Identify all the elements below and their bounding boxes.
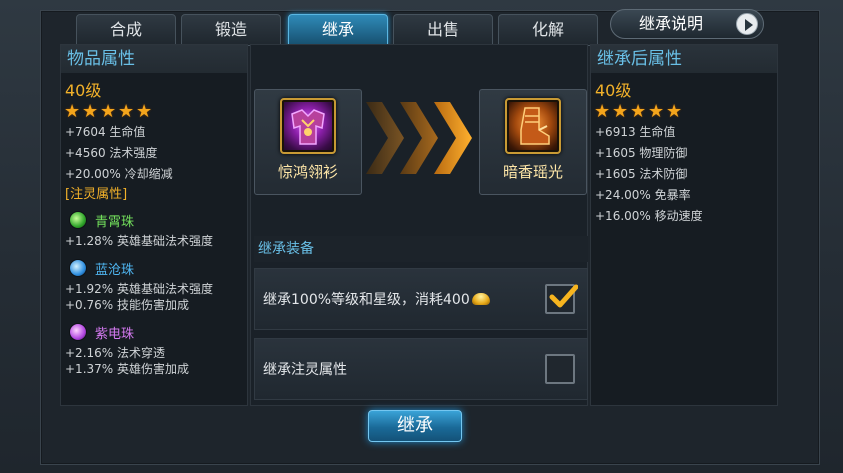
inherit-spirit-option[interactable]: 继承注灵属性 <box>254 338 588 400</box>
source-item-name: 惊鸿翎衫 <box>277 163 338 181</box>
option-label: 继承100%等级和星级，消耗400 <box>263 292 470 308</box>
tab-forge[interactable]: 锻造 <box>181 14 281 46</box>
stat-line: +6913 生命值 <box>595 125 676 139</box>
stat-line: +16.00% 移动速度 <box>595 209 703 223</box>
star-icon <box>630 101 646 122</box>
play-arrow-icon <box>736 13 758 35</box>
item-attributes-panel: 物品属性 40级 +7604 生命值 +4560 法术强度 +20.00% 冷却… <box>60 44 248 406</box>
tab-combine[interactable]: 合成 <box>76 14 176 46</box>
star-icon <box>666 101 682 122</box>
star-icon <box>64 101 80 122</box>
star-icon <box>100 101 116 122</box>
gem-stat: +2.16% 法术穿透 <box>65 346 165 360</box>
gem-name: 青霄珠 <box>95 214 135 230</box>
gold-ingot-icon <box>471 293 490 305</box>
gem-stat: +1.92% 英雄基础法术强度 <box>65 282 213 296</box>
inherit-help-button[interactable]: 继承说明 <box>610 9 764 39</box>
option-text-wrap: 继承100%等级和星级，消耗400 <box>263 289 490 309</box>
panel-title: 继承后属性 <box>591 45 777 73</box>
stat-line: +24.00% 免暴率 <box>595 188 691 202</box>
item-level: 40级 <box>595 81 632 100</box>
inherit-spirit-checkbox[interactable] <box>545 354 575 384</box>
star-icon <box>648 101 664 122</box>
star-icon <box>118 101 134 122</box>
stat-line: +4560 法术强度 <box>65 146 158 160</box>
gem-stat: +0.76% 技能伤害加成 <box>65 298 189 312</box>
tab-sell[interactable]: 出售 <box>393 14 493 46</box>
gem-stat: +1.37% 英雄伤害加成 <box>65 362 189 376</box>
source-item-slot[interactable]: 惊鸿翎衫 <box>254 89 362 195</box>
checkmark-icon <box>549 284 578 308</box>
star-rating <box>591 101 777 122</box>
gem-row: 青霄珠 <box>61 207 247 233</box>
armor-icon <box>280 98 336 154</box>
target-item-slot[interactable]: 暗香瑶光 <box>479 89 587 195</box>
star-icon <box>136 101 152 122</box>
gem-row: 蓝沧珠 <box>61 255 247 281</box>
star-icon <box>612 101 628 122</box>
inherit-equipment-label: 继承装备 <box>254 236 588 262</box>
blue-gem-icon <box>69 259 87 277</box>
gem-stat: +1.28% 英雄基础法术强度 <box>65 234 213 248</box>
tab-dissolve[interactable]: 化解 <box>498 14 598 46</box>
star-icon <box>594 101 610 122</box>
stat-line: +7604 生命值 <box>65 125 146 139</box>
stat-line: +1605 物理防御 <box>595 146 688 160</box>
star-icon <box>82 101 98 122</box>
star-rating <box>61 101 247 122</box>
transfer-arrows-icon <box>366 102 472 174</box>
spirit-attributes-title: [注灵属性] <box>65 187 128 202</box>
green-gem-icon <box>69 211 87 229</box>
tab-inherit[interactable]: 继承 <box>288 14 388 46</box>
stat-line: +1605 法术防御 <box>595 167 688 181</box>
result-attributes-panel: 继承后属性 40级 +6913 生命值 +1605 物理防御 +1605 法术防… <box>590 44 778 406</box>
gem-name: 蓝沧珠 <box>95 262 135 278</box>
gem-name: 紫电珠 <box>95 326 135 342</box>
inherit-level-checkbox[interactable] <box>545 284 578 314</box>
option-label: 继承注灵属性 <box>263 362 347 378</box>
target-item-name: 暗香瑶光 <box>502 163 563 181</box>
purple-gem-icon <box>69 323 87 341</box>
stat-line: +20.00% 冷却缩减 <box>65 167 173 181</box>
inherit-button[interactable]: 继承 <box>368 410 462 442</box>
boots-icon <box>505 98 561 154</box>
panel-title: 物品属性 <box>61 45 247 73</box>
inherit-level-option[interactable]: 继承100%等级和星级，消耗400 <box>254 268 588 330</box>
item-level: 40级 <box>65 81 102 100</box>
inherit-help-label: 继承说明 <box>639 14 704 33</box>
gem-row: 紫电珠 <box>61 319 247 345</box>
